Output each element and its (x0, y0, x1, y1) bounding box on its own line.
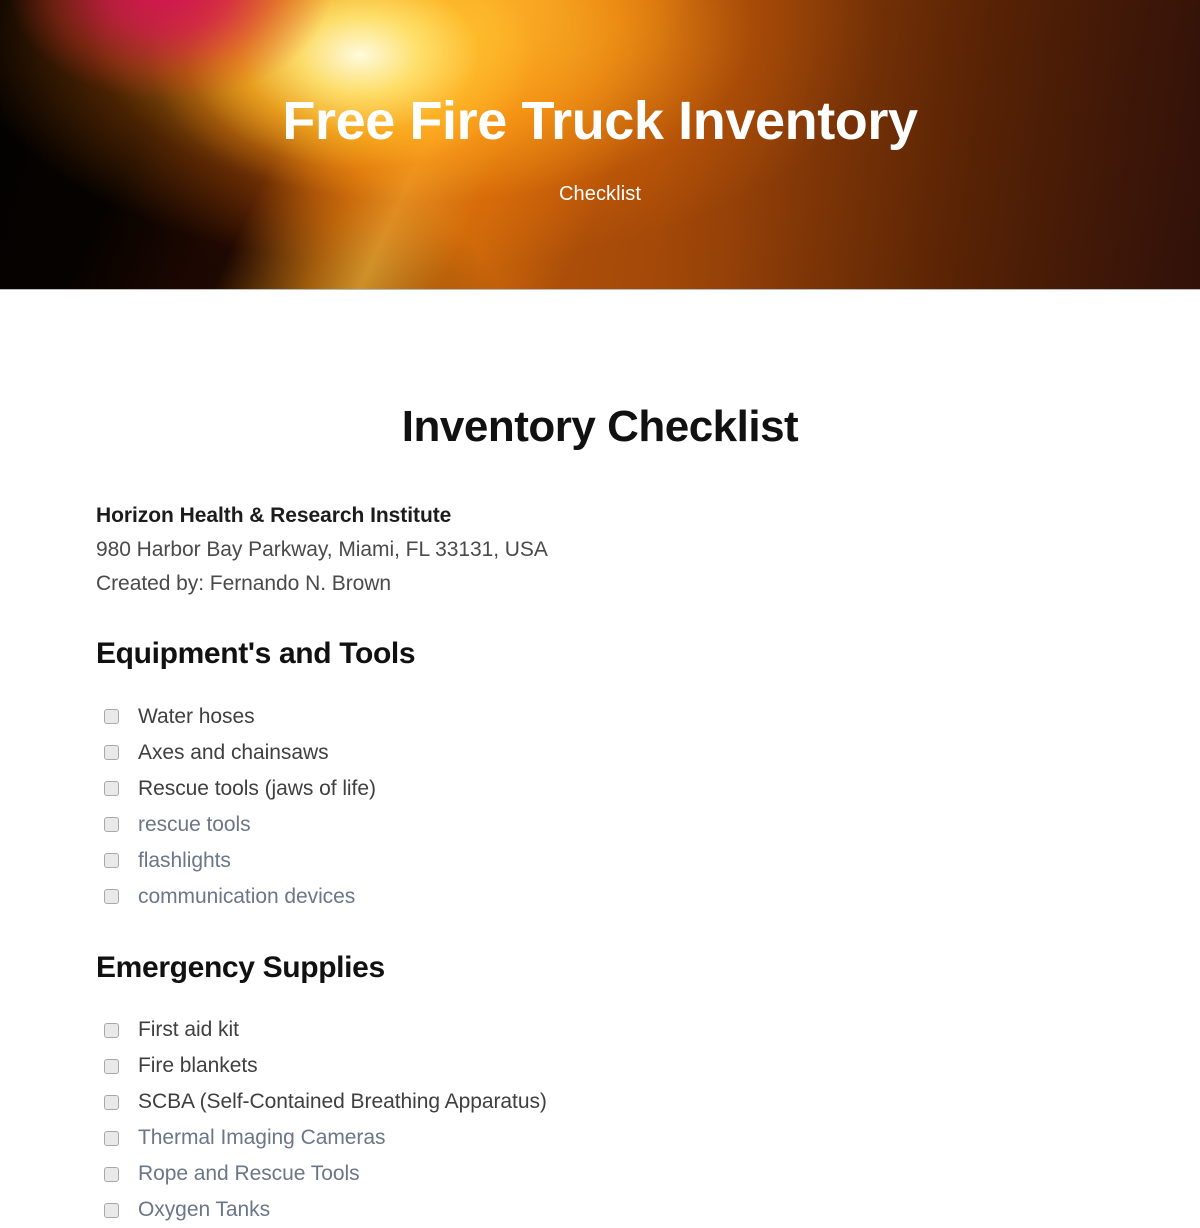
checklist-item-label: Rope and Rescue Tools (138, 1162, 360, 1186)
checklist-item[interactable]: flashlights (96, 843, 1104, 879)
checklist-item-label: Thermal Imaging Cameras (138, 1126, 386, 1150)
page-title: Inventory Checklist (401, 402, 799, 451)
checkbox-icon[interactable] (104, 709, 119, 725)
section-heading: Equipment's and Tools (96, 637, 416, 671)
checklist-item[interactable]: Oxygen Tanks (96, 1192, 1104, 1228)
checklist-item-label: Water hoses (138, 704, 255, 728)
banner-subtitle: Checklist (558, 182, 642, 205)
banner-title: Free Fire Truck Inventory (282, 91, 918, 151)
checklist-item[interactable]: Axes and chainsaws (96, 735, 1104, 771)
checklist-item-label: Oxygen Tanks (138, 1198, 271, 1222)
checklist-item[interactable]: Rope and Rescue Tools (96, 1156, 1104, 1192)
checklist-section: Equipment's and Tools Water hoses Axes and… (96, 635, 1104, 915)
document-page: Inventory Checklist Horizon Health & Res… (0, 290, 1200, 1228)
checkbox-icon[interactable] (104, 889, 119, 905)
checkbox-icon[interactable] (104, 781, 119, 797)
checklist-item[interactable]: SCBA (Self-Contained Breathing Apparatus… (96, 1084, 1104, 1120)
checklist-item-label: Fire blankets (138, 1054, 258, 1078)
checklist-item[interactable]: First aid kit (96, 1012, 1104, 1048)
checklist-item[interactable]: Rescue tools (jaws of life) (96, 771, 1104, 807)
header-banner: Free Fire Truck Inventory Checklist (0, 0, 1200, 290)
checkbox-icon[interactable] (104, 1094, 119, 1110)
checkbox-icon[interactable] (104, 745, 119, 761)
checkbox-icon[interactable] (104, 1130, 119, 1146)
created-by-line: Created by: Fernando N. Brown (96, 572, 392, 596)
checklist-item-label: rescue tools (138, 812, 251, 836)
checklist-item-label: flashlights (138, 848, 231, 872)
organization-info-block: Horizon Health & Research Institute 980 … (96, 499, 1104, 601)
checklist-item-label: Axes and chainsaws (138, 740, 329, 764)
checklist-item[interactable]: Thermal Imaging Cameras (96, 1120, 1104, 1156)
checklist-item-label: Rescue tools (jaws of life) (138, 776, 376, 800)
checkbox-icon[interactable] (104, 1022, 119, 1038)
checklist: Water hoses Axes and chainsaws Rescue tool… (96, 699, 1104, 915)
checklist-item[interactable]: communication devices (96, 879, 1104, 915)
checklist: First aid kit Fire blankets SCBA (Self-Con… (96, 1012, 1104, 1228)
checklist-item-label: SCBA (Self-Contained Breathing Apparatus… (138, 1090, 547, 1114)
checklist-item[interactable]: Water hoses (96, 699, 1104, 735)
checklist-sections: Equipment's and Tools Water hoses Axes and… (96, 635, 1104, 1228)
section-heading: Emergency Supplies (96, 950, 385, 984)
organization-name: Horizon Health & Research Institute (96, 504, 452, 528)
checklist-item[interactable]: Fire blankets (96, 1048, 1104, 1084)
organization-address: 980 Harbor Bay Parkway, Miami, FL 33131,… (96, 538, 548, 562)
checklist-item-label: communication devices (138, 884, 356, 908)
checklist-item[interactable]: rescue tools (96, 807, 1104, 843)
checklist-item-label: First aid kit (138, 1018, 239, 1042)
checkbox-icon[interactable] (104, 1166, 119, 1182)
checkbox-icon[interactable] (104, 1058, 119, 1074)
banner-text-group: Free Fire Truck Inventory Checklist (0, 0, 1200, 289)
checkbox-icon[interactable] (104, 853, 119, 869)
checkbox-icon[interactable] (104, 817, 119, 833)
checkbox-icon[interactable] (104, 1202, 119, 1218)
checklist-section: Emergency Supplies First aid kit Fire blan… (96, 949, 1104, 1228)
